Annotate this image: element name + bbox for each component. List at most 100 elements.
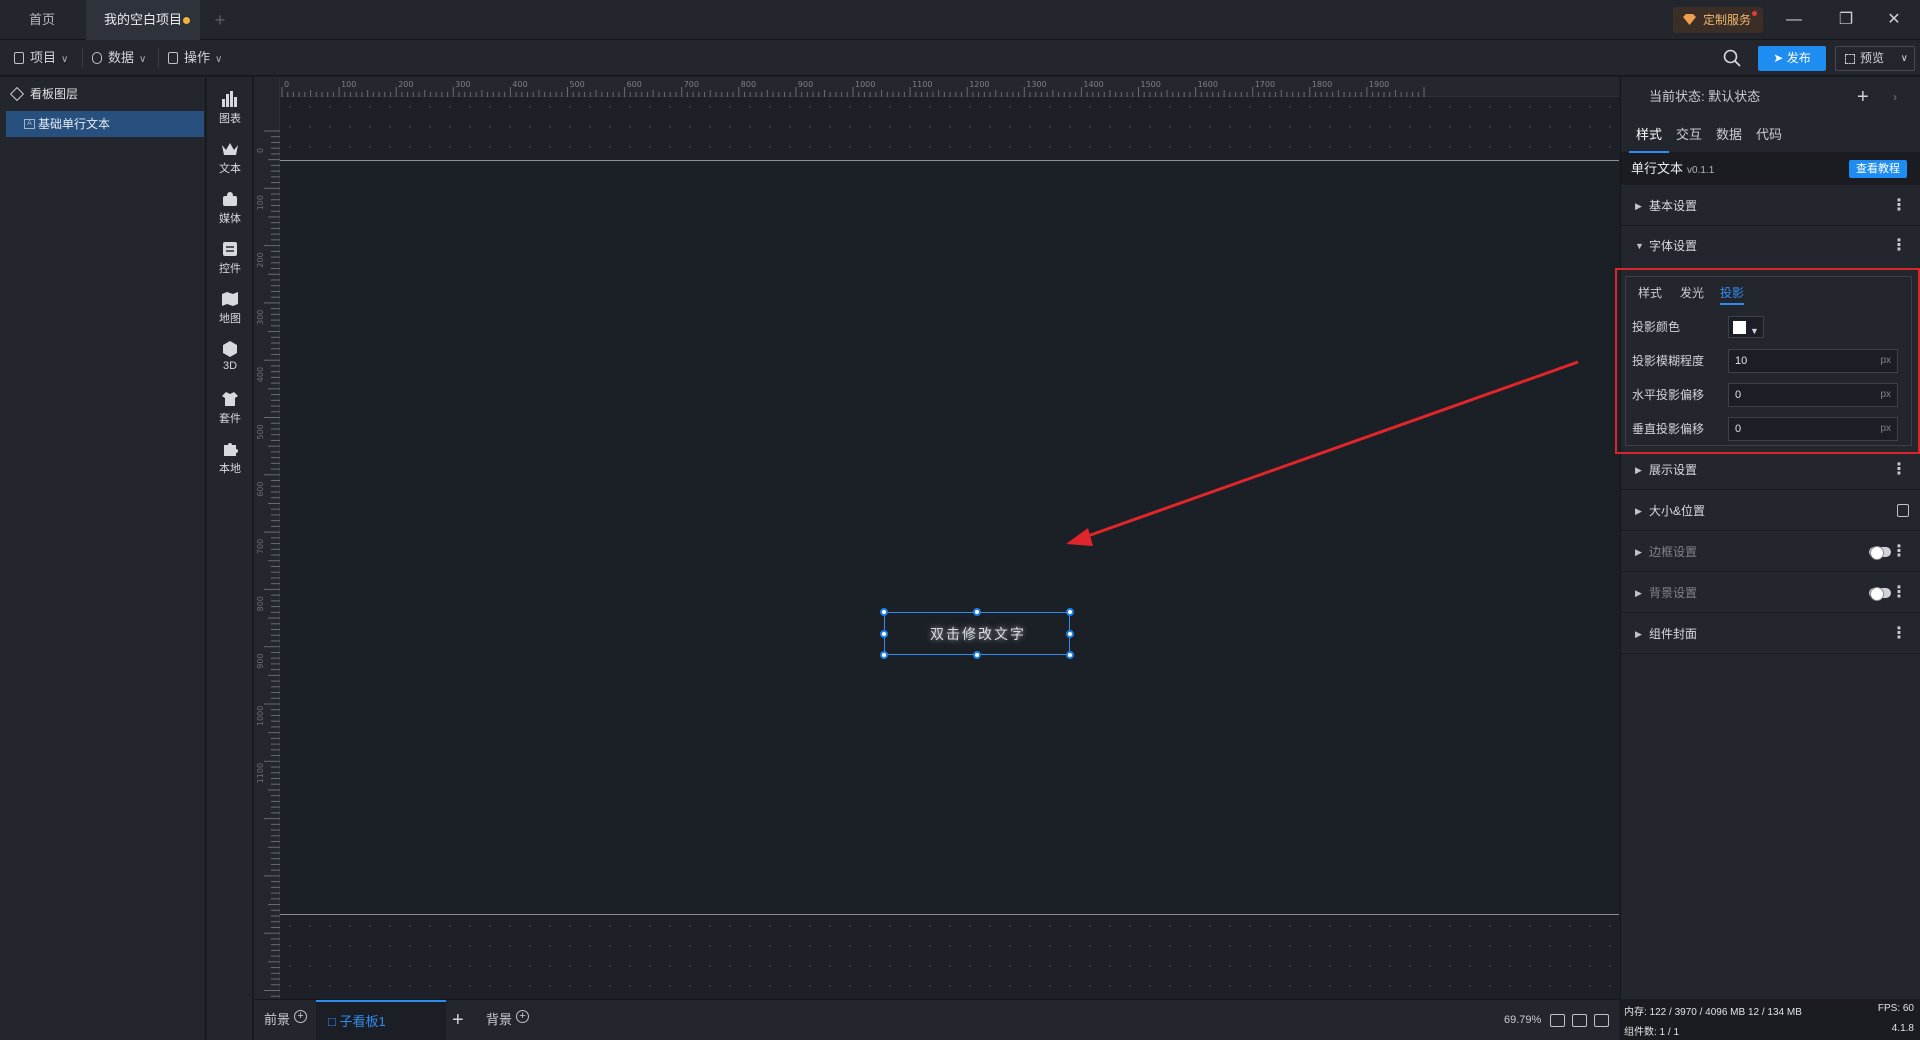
resize-handle[interactable] (880, 608, 888, 616)
menu-data[interactable]: 数据 ∨ (92, 40, 146, 76)
ruler-label: 1100 (912, 80, 932, 89)
font-tab-shadow[interactable]: 投影 (1720, 283, 1745, 305)
more-icon[interactable]: ⋮ (1891, 450, 1907, 490)
add-board-button[interactable]: + (452, 1000, 464, 1040)
tool-3d[interactable]: 3D (207, 335, 253, 385)
monitor-icon: □ (328, 1014, 340, 1029)
tab-interaction[interactable]: 交互 (1671, 117, 1707, 153)
unit-label: px (1880, 389, 1891, 400)
tool-media[interactable]: 媒体 (207, 185, 253, 235)
layers-panel: 看板图层 A 基础单行文本 (0, 77, 206, 1040)
section-font[interactable]: ▼ 字体设置 ⋮ (1621, 226, 1920, 266)
background-toggle[interactable] (1869, 587, 1891, 601)
current-state[interactable]: 当前状态: 默认状态 (1649, 89, 1760, 104)
tab-background[interactable]: 背景 + (486, 1000, 530, 1040)
tab-code[interactable]: 代码 (1751, 117, 1787, 153)
font-settings-panel: 样式 发光 投影 投影颜色 ▼ 投影模糊程度 10 px 水平投影偏移 0 px 垂… (1625, 276, 1912, 446)
section-font-label: 字体设置 (1649, 239, 1698, 253)
section-size-position[interactable]: ▶ 大小&位置 (1621, 491, 1920, 531)
ruler-left: 0 100 200 300 400 500 600 700 800 900 1000 1100 (254, 77, 280, 999)
font-tab-style[interactable]: 样式 (1638, 283, 1662, 305)
lock-icon[interactable] (1897, 504, 1909, 517)
tab-foreground[interactable]: 前景 + (264, 1000, 308, 1040)
tool-kit[interactable]: 套件 (207, 385, 253, 435)
ruler-label: 400 (512, 80, 527, 89)
chevron-right-icon[interactable]: › (1893, 77, 1897, 117)
shadow-color-picker[interactable]: ▼ (1728, 316, 1764, 338)
file-icon (14, 52, 24, 64)
tool-chart[interactable]: 图表 (207, 85, 253, 135)
resize-handle[interactable] (1066, 651, 1074, 659)
menu-project[interactable]: 项目 ∨ (14, 40, 68, 76)
layer-item-text[interactable]: A 基础单行文本 (6, 111, 204, 137)
color-swatch (1733, 321, 1746, 334)
more-icon[interactable]: ⋮ (1891, 186, 1907, 226)
tab-home[interactable]: 首页 (0, 0, 84, 40)
custom-service-button[interactable]: 定制服务 (1673, 7, 1763, 33)
add-tab-button[interactable]: + (208, 0, 232, 40)
resize-handle[interactable] (973, 651, 981, 659)
tool-local[interactable]: 本地 (207, 435, 253, 485)
menu-operations[interactable]: 操作 ∨ (168, 40, 222, 76)
search-icon[interactable] (1722, 48, 1742, 68)
tab-project[interactable]: 我的空白项目 (86, 0, 200, 40)
canvas-area[interactable]: 双击修改文字 0 100 200 300 400 500 600 700 800 900 1000 1… (254, 77, 1619, 999)
border-toggle[interactable] (1869, 546, 1891, 560)
add-circle-icon[interactable]: + (516, 1010, 530, 1023)
selected-text[interactable]: 双击修改文字 (885, 613, 1071, 656)
more-icon[interactable]: ⋮ (1891, 532, 1907, 572)
section-background[interactable]: ▶ 背景设置 ⋮ (1621, 573, 1920, 613)
dashboard-board[interactable]: 双击修改文字 (280, 160, 1619, 915)
shirt-icon (222, 392, 238, 406)
chevron-down-icon: ∨ (215, 54, 223, 65)
add-circle-icon[interactable]: + (294, 1010, 308, 1023)
shadow-h-value: 0 (1735, 389, 1742, 401)
tab-style[interactable]: 样式 (1629, 117, 1669, 153)
section-cover-label: 组件封面 (1649, 627, 1698, 641)
resize-handle[interactable] (1066, 630, 1074, 638)
tutorial-button[interactable]: 查看教程 (1849, 160, 1907, 178)
zoom-level[interactable]: 69.79% (1504, 1000, 1541, 1040)
shadow-blur-row: 投影模糊程度 10 px (1632, 349, 1907, 373)
selected-text-component[interactable]: 双击修改文字 (880, 608, 1074, 659)
minimize-icon[interactable]: — (1770, 0, 1818, 40)
shadow-blur-input[interactable]: 10 px (1728, 349, 1898, 373)
shadow-h-label: 水平投影偏移 (1632, 388, 1705, 402)
section-cover[interactable]: ▶ 组件封面 ⋮ (1621, 614, 1920, 654)
section-border[interactable]: ▶ 边框设置 ⋮ (1621, 532, 1920, 572)
shadow-h-offset-input[interactable]: 0 px (1728, 383, 1898, 407)
keyboard-icon[interactable] (1572, 1014, 1587, 1027)
tab-sub-board[interactable]: □ 子看板1 (316, 1000, 446, 1040)
more-icon[interactable]: ⋮ (1891, 226, 1907, 266)
caret-right-icon: ▶ (1635, 629, 1642, 639)
resize-handle[interactable] (1066, 608, 1074, 616)
more-icon[interactable]: ⋮ (1891, 614, 1907, 654)
shadow-color-row: 投影颜色 ▼ (1632, 315, 1907, 339)
resize-handle[interactable] (973, 608, 981, 616)
close-icon[interactable]: ✕ (1870, 0, 1918, 40)
chart-icon (222, 91, 237, 107)
resize-handle[interactable] (880, 630, 888, 638)
layer-item-label: 基础单行文本 (38, 117, 111, 131)
publish-button[interactable]: ➤ 发布 (1758, 46, 1826, 71)
ruler-top: 0 100 200 300 400 500 600 700 800 900 1000 1100 1200… (280, 77, 1619, 97)
properties-panel: 当前状态: 默认状态 + › 样式 交互 数据 代码 单行文本 v0.1.1 查看… (1620, 77, 1920, 999)
tab-data[interactable]: 数据 (1711, 117, 1747, 153)
terminal-icon[interactable] (1594, 1014, 1609, 1027)
tool-map[interactable]: 地图 (207, 285, 253, 335)
state-bar: 当前状态: 默认状态 + › (1621, 77, 1920, 117)
ruler-label: 1700 (1255, 80, 1275, 89)
shadow-v-offset-input[interactable]: 0 px (1728, 417, 1898, 441)
tool-text[interactable]: 文本 (207, 135, 253, 185)
section-display[interactable]: ▶ 展示设置 ⋮ (1621, 450, 1920, 490)
restore-icon[interactable]: ❐ (1822, 0, 1870, 40)
more-icon[interactable]: ⋮ (1891, 573, 1907, 613)
tool-control[interactable]: 控件 (207, 235, 253, 285)
section-basic[interactable]: ▶ 基本设置 ⋮ (1621, 186, 1920, 226)
preview-button[interactable]: 预览 ∨ (1835, 46, 1915, 71)
add-state-icon[interactable]: + (1857, 77, 1869, 117)
ruler-label: 1200 (969, 80, 989, 89)
resize-handle[interactable] (880, 651, 888, 659)
fit-screen-icon[interactable] (1550, 1014, 1565, 1027)
font-tab-glow[interactable]: 发光 (1680, 283, 1704, 305)
